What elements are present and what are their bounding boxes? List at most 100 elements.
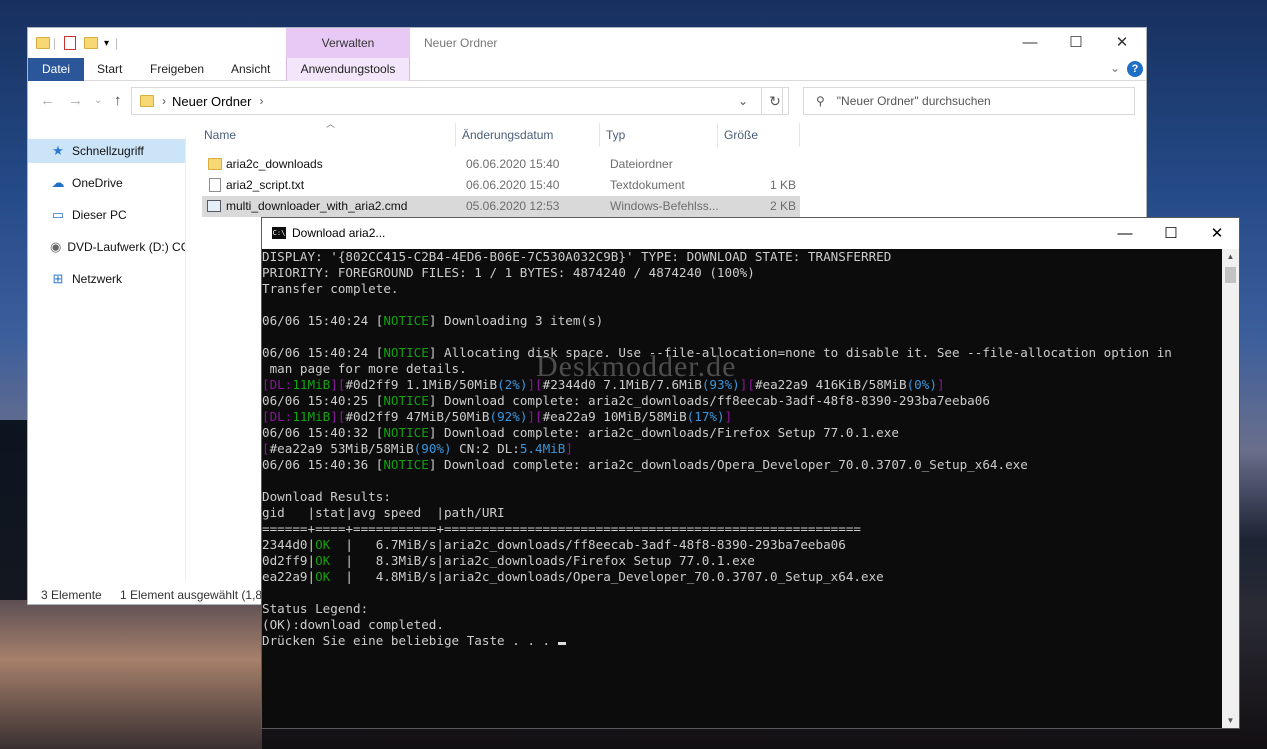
console-text: 06/06 15:40:24 [ — [262, 313, 384, 328]
scrollbar-thumb[interactable] — [1225, 267, 1236, 283]
nav-item-netzwerk[interactable]: ⊞ Netzwerk — [28, 267, 185, 291]
recent-locations-icon[interactable]: ⌄ — [94, 95, 102, 106]
console-line: Drücken Sie eine beliebige Taste . . . — [262, 633, 1224, 649]
scroll-up-icon[interactable]: ▲ — [1222, 252, 1239, 261]
console-text: man page for more details. — [262, 361, 467, 376]
console-line: 0d2ff9|OK | 8.3MiB/s|aria2c_downloads/Fi… — [262, 553, 1224, 569]
chevron-right-icon[interactable]: › — [259, 94, 263, 108]
new-folder-icon[interactable] — [84, 37, 98, 49]
close-button[interactable]: ✕ — [1194, 218, 1240, 249]
column-header-date[interactable]: Änderungsdatum — [456, 123, 600, 147]
console-text: 06/06 15:40:25 [ — [262, 393, 384, 408]
column-header-type[interactable]: Typ — [600, 123, 718, 147]
file-size: 1 KB — [769, 178, 796, 192]
column-header-size[interactable]: Größe — [718, 123, 800, 147]
console-text: NOTICE — [383, 425, 429, 440]
search-placeholder: "Neuer Ordner" durchsuchen — [836, 94, 991, 108]
back-arrow-icon[interactable]: ← — [40, 92, 55, 109]
console-text: CN:2 DL: — [451, 441, 520, 456]
breadcrumb[interactable]: Neuer Ordner — [172, 94, 251, 109]
nav-item-dvd[interactable]: ◉ DVD-Laufwerk (D:) CC — [28, 235, 185, 259]
nav-item-dieser-pc[interactable]: ▭ Dieser PC — [28, 203, 185, 227]
console-line: [DL:11MiB][#0d2ff9 1.1MiB/50MiB(2%)][#23… — [262, 377, 1224, 393]
status-item-count: 3 Elemente — [41, 588, 102, 602]
file-row[interactable]: aria2c_downloads 06.06.2020 15:40 Dateio… — [202, 154, 800, 175]
address-field[interactable]: › Neuer Ordner › ⌄ — [131, 87, 783, 115]
chevron-right-icon[interactable]: › — [162, 94, 166, 108]
close-button[interactable]: ✕ — [1099, 28, 1145, 58]
console-text: #ea22a9 416KiB/58MiB — [754, 377, 907, 392]
console-text: ][ — [330, 409, 346, 424]
tab-anwendungstools[interactable]: Anwendungstools — [286, 58, 410, 81]
console-text: #ea22a9 10MiB/58MiB — [542, 409, 687, 424]
console-text: ] Download complete: aria2c_downloads/Fi… — [428, 425, 899, 440]
nav-item-schnellzugriff[interactable]: ★ Schnellzugriff — [28, 139, 185, 163]
maximize-button[interactable]: ☐ — [1053, 28, 1099, 58]
console-text: NOTICE — [383, 393, 429, 408]
ribbon-tabs: Datei Start Freigeben Ansicht Anwendungs… — [28, 58, 1146, 81]
help-icon[interactable]: ? — [1127, 61, 1143, 77]
file-row[interactable]: aria2_script.txt 06.06.2020 15:40 Textdo… — [202, 175, 800, 196]
console-text: 2344d0| — [262, 537, 316, 552]
tab-ansicht[interactable]: Ansicht — [220, 58, 281, 81]
console-text: ] — [565, 441, 573, 456]
nav-item-label: Dieser PC — [72, 208, 127, 222]
console-text: 06/06 15:40:32 [ — [262, 425, 384, 440]
file-name: aria2_script.txt — [226, 178, 305, 192]
window-title: Neuer Ordner — [424, 36, 498, 50]
tab-freigeben[interactable]: Freigeben — [139, 58, 215, 81]
customize-toolbar-icon[interactable]: ▾ — [104, 38, 109, 49]
forward-arrow-icon[interactable]: → — [68, 92, 83, 109]
file-date: 06.06.2020 15:40 — [466, 157, 560, 171]
console-text: #ea22a9 53MiB/58MiB — [269, 441, 414, 456]
console-line: man page for more details. — [262, 361, 1224, 377]
column-header-name[interactable]: Name — [198, 123, 456, 147]
console-line: 06/06 15:40:25 [NOTICE] Download complet… — [262, 393, 1224, 409]
minimize-button[interactable]: — — [1102, 218, 1148, 249]
maximize-button[interactable]: ☐ — [1148, 218, 1194, 249]
separator: | — [115, 36, 119, 50]
vertical-scrollbar[interactable]: ▲ ▼ — [1222, 249, 1239, 728]
console-text: | 8.3MiB/s|aria2c_downloads/Firefox Setu… — [330, 553, 755, 568]
console-text: (90%) — [413, 441, 452, 456]
minimize-button[interactable]: — — [1007, 28, 1053, 58]
console-text: 0d2ff9| — [262, 553, 316, 568]
star-icon: ★ — [52, 143, 64, 158]
file-row-selected[interactable]: multi_downloader_with_aria2.cmd 05.06.20… — [202, 196, 800, 217]
status-selection: 1 Element ausgewählt (1,84 — [120, 588, 269, 602]
console-text: NOTICE — [383, 345, 429, 360]
search-input[interactable]: ⚲ "Neuer Ordner" durchsuchen — [803, 87, 1135, 115]
expand-ribbon-icon[interactable]: ⌄ — [1110, 61, 1120, 75]
refresh-button[interactable]: ↻ — [761, 87, 789, 115]
console-text: Drücken Sie eine beliebige Taste . . . — [262, 633, 558, 648]
manage-contextual-tab[interactable]: Verwalten — [286, 28, 410, 58]
console-line: 06/06 15:40:24 [NOTICE] Allocating disk … — [262, 345, 1224, 361]
scroll-down-icon[interactable]: ▼ — [1222, 716, 1239, 725]
address-dropdown-icon[interactable]: ⌄ — [738, 94, 748, 108]
console-output: DISPLAY: '{802CC415-C2B4-4ED6-B06E-7C530… — [262, 249, 1224, 728]
console-text: [ — [262, 441, 270, 456]
console-text: (2%) — [497, 377, 528, 392]
nav-item-onedrive[interactable]: ☁ OneDrive — [28, 171, 185, 195]
console-text: ][ — [527, 409, 543, 424]
console-window: C:\ Download aria2... — ☐ ✕ DISPLAY: '{8… — [261, 217, 1240, 729]
cloud-icon: ☁ — [51, 175, 65, 190]
folder-icon[interactable] — [36, 37, 50, 49]
up-arrow-icon[interactable]: ↑ — [114, 92, 122, 109]
console-text: ] Downloading 3 item(s) — [428, 313, 604, 328]
properties-icon[interactable] — [64, 36, 76, 50]
console-text: Transfer complete. — [262, 281, 399, 296]
network-icon: ⊞ — [52, 271, 64, 286]
file-date: 05.06.2020 12:53 — [466, 199, 560, 213]
tab-start[interactable]: Start — [86, 58, 133, 81]
navigation-pane: ★ Schnellzugriff ☁ OneDrive ▭ Dieser PC … — [28, 136, 186, 581]
console-text: 06/06 15:40:24 [ — [262, 345, 384, 360]
console-titlebar: C:\ Download aria2... — ☐ ✕ — [262, 218, 1239, 249]
address-bar-row: ← → ⌄ ↑ › Neuer Ordner › ⌄ ↻ ⚲ "Neuer Or… — [28, 84, 1146, 118]
console-text: ] — [724, 409, 733, 424]
console-text: 11MiB — [292, 377, 331, 392]
tab-datei[interactable]: Datei — [28, 58, 84, 81]
desktop-background-lake — [0, 600, 262, 749]
console-text: Status Legend: — [262, 601, 369, 616]
